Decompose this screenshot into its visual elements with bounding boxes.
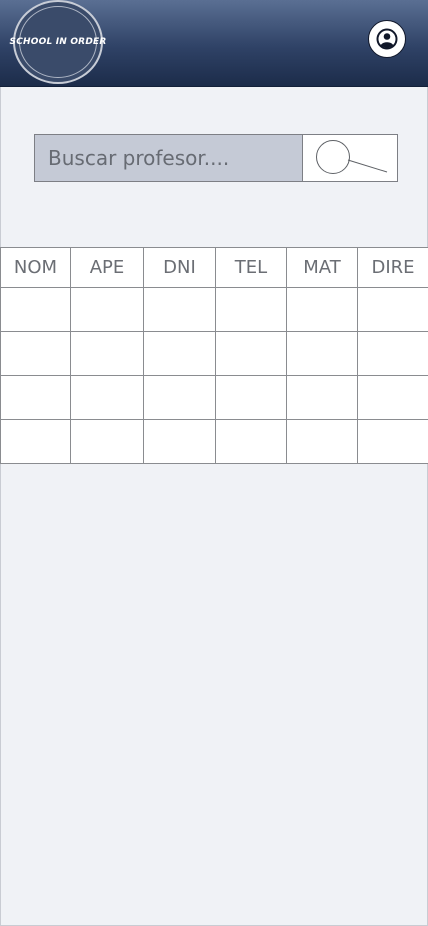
table-cell [286, 419, 358, 464]
table-cell [0, 287, 71, 332]
app-header: SCHOOL IN ORDER [0, 0, 428, 87]
table-cell [0, 331, 71, 376]
table-cell [0, 419, 71, 464]
table-cell [357, 419, 428, 464]
search-button[interactable] [303, 135, 397, 181]
table-cell [286, 287, 358, 332]
table-cell [357, 287, 428, 332]
table-cell [143, 419, 216, 464]
profile-button[interactable] [368, 20, 406, 58]
search-input[interactable] [35, 135, 303, 181]
magnifier-icon [316, 140, 388, 174]
column-header-dni[interactable]: DNI [143, 247, 216, 288]
table-header-row: NOM APE DNI TEL MAT DIRE [0, 247, 428, 288]
column-header-dire[interactable]: DIRE [357, 247, 428, 288]
column-header-ape[interactable]: APE [70, 247, 144, 288]
table-cell [357, 375, 428, 420]
table-cell [215, 419, 287, 464]
table-cell [0, 375, 71, 420]
teachers-table: NOM APE DNI TEL MAT DIRE [0, 247, 428, 464]
table-cell [70, 287, 144, 332]
search-bar [34, 134, 398, 182]
table-cell [70, 375, 144, 420]
column-header-nom[interactable]: NOM [0, 247, 71, 288]
table-cell [143, 375, 216, 420]
table-row[interactable] [0, 331, 428, 376]
table-cell [357, 331, 428, 376]
table-cell [143, 287, 216, 332]
user-circle-icon [376, 28, 398, 50]
logo-text: SCHOOL IN ORDER [9, 37, 107, 47]
table-cell [143, 331, 216, 376]
table-cell [215, 287, 287, 332]
table-row[interactable] [0, 287, 428, 332]
school-logo[interactable]: SCHOOL IN ORDER [10, 0, 106, 84]
table-cell [215, 331, 287, 376]
table-cell [286, 331, 358, 376]
table-row[interactable] [0, 419, 428, 464]
table-cell [286, 375, 358, 420]
column-header-tel[interactable]: TEL [215, 247, 287, 288]
table-row[interactable] [0, 375, 428, 420]
table-cell [70, 331, 144, 376]
table-cell [70, 419, 144, 464]
column-header-mat[interactable]: MAT [286, 247, 358, 288]
table-cell [215, 375, 287, 420]
